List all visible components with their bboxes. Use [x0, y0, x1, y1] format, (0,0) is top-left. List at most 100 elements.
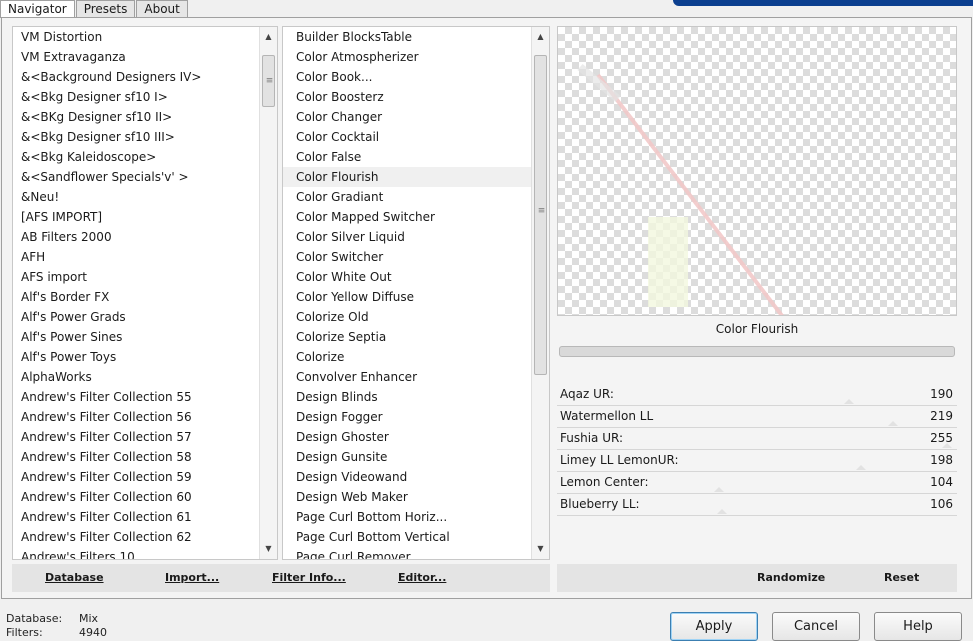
filter-item[interactable]: Color Mapped Switcher — [283, 207, 531, 227]
category-item[interactable]: Alf's Border FX — [13, 287, 259, 307]
category-item[interactable]: Andrew's Filter Collection 55 — [13, 387, 259, 407]
param-label: Lemon Center: — [560, 475, 649, 489]
tab-navigator[interactable]: Navigator — [0, 0, 75, 18]
category-item[interactable]: &<Background Designers IV> — [13, 67, 259, 87]
reset-button[interactable]: Reset — [884, 564, 919, 592]
filter-item[interactable]: Convolver Enhancer — [283, 367, 531, 387]
scroll-thumb[interactable]: ≡ — [534, 55, 547, 375]
category-scrollbar[interactable]: ▲ ≡ ▼ — [259, 27, 277, 559]
filter-item[interactable]: Color Atmospherizer — [283, 47, 531, 67]
param-slider[interactable]: Blueberry LL: 106 — [557, 494, 957, 516]
category-item[interactable]: AFS import — [13, 267, 259, 287]
tab-presets[interactable]: Presets — [75, 0, 136, 17]
selected-filter-label: Color Flourish — [557, 316, 957, 344]
param-label: Watermellon LL — [560, 409, 654, 423]
category-item[interactable]: Alf's Power Toys — [13, 347, 259, 367]
category-item[interactable]: Andrew's Filters 10 — [13, 547, 259, 559]
category-item[interactable]: Alf's Power Grads — [13, 307, 259, 327]
filter-item[interactable]: Color Silver Liquid — [283, 227, 531, 247]
randomize-button[interactable]: Randomize — [757, 564, 825, 592]
slider-thumb-icon[interactable] — [714, 487, 725, 492]
category-item[interactable]: AFH — [13, 247, 259, 267]
param-slider[interactable]: Fushia UR: 255 — [557, 428, 957, 450]
editor-button[interactable]: Editor... — [398, 564, 446, 592]
brand-banner — [673, 0, 973, 6]
slider-thumb-icon[interactable] — [942, 443, 952, 448]
import-button[interactable]: Import... — [165, 564, 219, 592]
filter-item[interactable]: Page Curl Remover — [283, 547, 531, 559]
category-item[interactable]: &<Sandflower Specials'v' > — [13, 167, 259, 187]
scroll-up-icon[interactable]: ▲ — [260, 29, 277, 45]
category-item[interactable]: [AFS IMPORT] — [13, 207, 259, 227]
filter-item[interactable]: Color Book... — [283, 67, 531, 87]
param-label: Blueberry LL: — [560, 497, 640, 511]
filter-item[interactable]: Color Changer — [283, 107, 531, 127]
filter-item[interactable]: Color Switcher — [283, 247, 531, 267]
filter-scrollbar[interactable]: ▲ ≡ ▼ — [531, 27, 549, 559]
category-item[interactable]: &<Bkg Kaleidoscope> — [13, 147, 259, 167]
filter-item[interactable]: Color Flourish — [283, 167, 531, 187]
filter-info-button[interactable]: Filter Info... — [272, 564, 346, 592]
filter-item[interactable]: Color Cocktail — [283, 127, 531, 147]
help-button[interactable]: Help — [874, 612, 962, 641]
scroll-up-icon[interactable]: ▲ — [532, 29, 549, 45]
scroll-down-icon[interactable]: ▼ — [260, 541, 277, 557]
preview-graphic — [577, 63, 784, 315]
filter-item[interactable]: Colorize — [283, 347, 531, 367]
category-item[interactable]: Andrew's Filter Collection 58 — [13, 447, 259, 467]
apply-button[interactable]: Apply — [670, 612, 758, 641]
category-item[interactable]: &Neu! — [13, 187, 259, 207]
param-slider[interactable]: Watermellon LL 219 — [557, 406, 957, 428]
tab-strip: Navigator Presets About — [0, 0, 189, 18]
category-item[interactable]: Andrew's Filter Collection 57 — [13, 427, 259, 447]
filter-item[interactable]: Colorize Septia — [283, 327, 531, 347]
category-item[interactable]: Alf's Power Sines — [13, 327, 259, 347]
slider-thumb-icon[interactable] — [717, 509, 728, 514]
filter-item[interactable]: Design Ghoster — [283, 427, 531, 447]
filter-item[interactable]: Design Fogger — [283, 407, 531, 427]
param-slider[interactable]: Limey LL LemonUR: 198 — [557, 450, 957, 472]
filter-item[interactable]: Colorize Old — [283, 307, 531, 327]
filter-item[interactable]: Design Gunsite — [283, 447, 531, 467]
category-item[interactable]: VM Extravaganza — [13, 47, 259, 67]
category-item[interactable]: Andrew's Filter Collection 59 — [13, 467, 259, 487]
filter-item[interactable]: Page Curl Bottom Horiz... — [283, 507, 531, 527]
list-button-row: Database Import... Filter Info... Editor… — [12, 564, 550, 592]
database-button[interactable]: Database — [45, 564, 104, 592]
category-list[interactable]: VM Distortion VM Extravaganza &<Background… — [12, 26, 278, 560]
category-item[interactable]: VM Distortion — [13, 27, 259, 47]
category-item[interactable]: &<Bkg Designer sf10 III> — [13, 127, 259, 147]
slider-thumb-icon[interactable] — [843, 399, 854, 404]
database-label: Database: — [6, 612, 63, 625]
param-slider[interactable]: Aqaz UR: 190 — [557, 384, 957, 406]
category-item[interactable]: AlphaWorks — [13, 367, 259, 387]
filter-item[interactable]: Design Blinds — [283, 387, 531, 407]
filter-item[interactable]: Color Boosterz — [283, 87, 531, 107]
filter-item[interactable]: Builder BlocksTable — [283, 27, 531, 47]
filter-list[interactable]: Builder BlocksTable Color Atmospherizer Co… — [282, 26, 550, 560]
scroll-thumb[interactable]: ≡ — [262, 55, 275, 107]
param-slider[interactable]: Lemon Center: 104 — [557, 472, 957, 494]
scroll-down-icon[interactable]: ▼ — [532, 541, 549, 557]
category-item[interactable]: Andrew's Filter Collection 60 — [13, 487, 259, 507]
filter-item[interactable]: Design Videowand — [283, 467, 531, 487]
category-item[interactable]: Andrew's Filter Collection 61 — [13, 507, 259, 527]
slider-thumb-icon[interactable] — [855, 465, 866, 470]
category-item[interactable]: &<BKg Designer sf10 II> — [13, 107, 259, 127]
category-item[interactable]: &<Bkg Designer sf10 I> — [13, 87, 259, 107]
filter-item[interactable]: Page Curl Bottom Vertical — [283, 527, 531, 547]
filter-item[interactable]: Color Gradiant — [283, 187, 531, 207]
filter-item[interactable]: Color False — [283, 147, 531, 167]
filter-item[interactable]: Color Yellow Diffuse — [283, 287, 531, 307]
param-label: Limey LL LemonUR: — [560, 453, 679, 467]
filter-item[interactable]: Color White Out — [283, 267, 531, 287]
category-item[interactable]: Andrew's Filter Collection 62 — [13, 527, 259, 547]
category-item[interactable]: AB Filters 2000 — [13, 227, 259, 247]
cancel-button[interactable]: Cancel — [772, 612, 860, 641]
tab-about[interactable]: About — [136, 0, 188, 17]
category-item[interactable]: Andrew's Filter Collection 56 — [13, 407, 259, 427]
slider-thumb-icon[interactable] — [887, 421, 898, 426]
filters-label: Filters: — [6, 626, 43, 639]
filter-items: Builder BlocksTable Color Atmospherizer Co… — [283, 27, 531, 559]
filter-item[interactable]: Design Web Maker — [283, 487, 531, 507]
